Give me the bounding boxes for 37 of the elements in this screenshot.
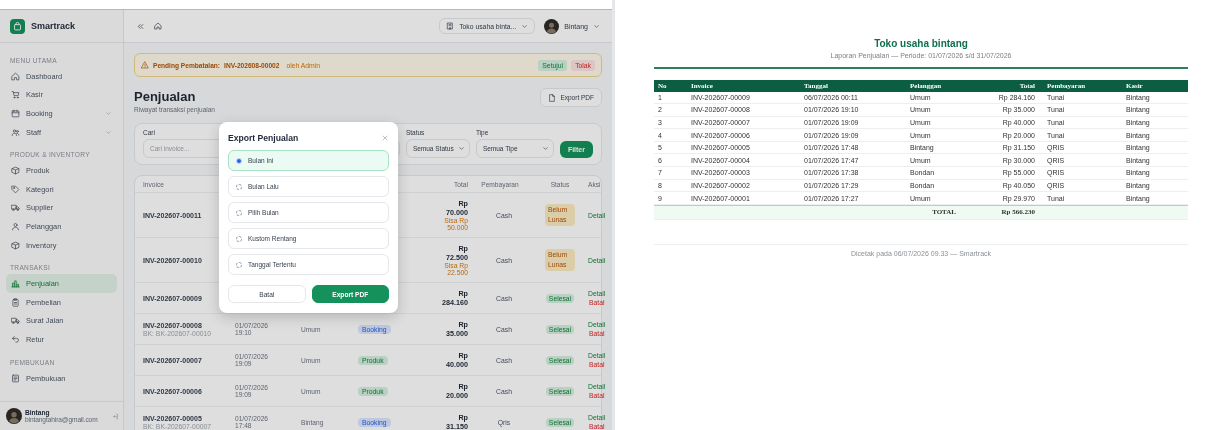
document-icon bbox=[548, 93, 557, 102]
box-icon bbox=[11, 166, 20, 176]
home-icon bbox=[154, 22, 162, 30]
person-icon bbox=[11, 221, 20, 231]
truck-icon bbox=[11, 316, 20, 326]
building-icon bbox=[446, 22, 455, 30]
tag-icon bbox=[11, 184, 20, 194]
clipboard-icon bbox=[11, 297, 20, 307]
close-icon bbox=[381, 134, 389, 142]
modal-title: Export Penjualan bbox=[228, 133, 299, 143]
cart-icon bbox=[11, 90, 20, 100]
book-icon bbox=[11, 373, 20, 383]
brand-name: Smartrack bbox=[31, 21, 76, 31]
undo-arrow-icon bbox=[11, 334, 20, 344]
home-button[interactable] bbox=[154, 22, 162, 30]
avatar bbox=[544, 18, 560, 34]
logout-icon bbox=[112, 412, 119, 420]
page-title: Penjualan bbox=[134, 89, 197, 104]
chevron-down-icon bbox=[457, 145, 465, 152]
home-icon bbox=[11, 71, 20, 81]
close-button[interactable] bbox=[381, 134, 389, 142]
chevron-down-icon bbox=[593, 22, 600, 30]
people-icon bbox=[11, 127, 20, 137]
report-title: Toko usaha bintang bbox=[873, 38, 969, 49]
chevron-down-icon bbox=[521, 22, 529, 30]
truck-icon bbox=[11, 203, 20, 213]
double-chevron-left-icon bbox=[136, 21, 145, 31]
bar-chart-icon bbox=[11, 279, 20, 289]
radio-button[interactable] bbox=[236, 157, 242, 164]
box-icon bbox=[11, 240, 20, 250]
chevron-down-icon bbox=[541, 145, 549, 152]
collapse-button[interactable] bbox=[136, 21, 145, 31]
chevron-down-icon bbox=[105, 110, 112, 117]
warning-icon bbox=[141, 61, 149, 69]
chevron-down-icon bbox=[105, 128, 112, 136]
avatar bbox=[6, 408, 22, 424]
calendar-icon bbox=[11, 109, 20, 118]
